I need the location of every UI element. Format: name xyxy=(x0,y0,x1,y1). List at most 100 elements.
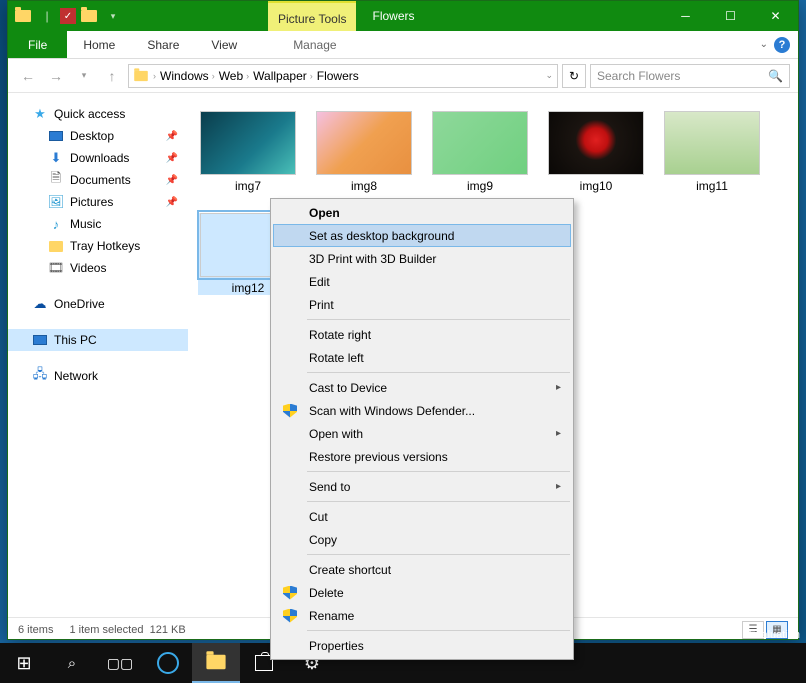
address-folder-icon xyxy=(134,70,148,80)
tab-manage[interactable]: Manage xyxy=(277,31,352,58)
star-icon: ★ xyxy=(32,106,48,122)
network-icon: 🖧 xyxy=(32,368,48,384)
crumb-web[interactable]: Web› xyxy=(219,69,249,83)
up-button[interactable]: ↑ xyxy=(100,64,124,88)
pin-icon: 📌 xyxy=(166,175,178,186)
cm-rename[interactable]: Rename xyxy=(273,604,571,627)
crumb-windows[interactable]: Windows› xyxy=(160,69,215,83)
thumbnail-icon xyxy=(316,111,412,175)
file-tab[interactable]: File xyxy=(8,31,67,58)
edge-taskbar-button[interactable] xyxy=(144,643,192,683)
cm-cut[interactable]: Cut xyxy=(273,505,571,528)
thumbnail-icon xyxy=(664,111,760,175)
chevron-right-icon[interactable]: › xyxy=(153,71,156,81)
window-controls: ─ ☐ ✕ xyxy=(663,1,798,31)
refresh-button[interactable]: ↻ xyxy=(562,64,586,88)
sidebar-network[interactable]: 🖧Network xyxy=(8,365,188,387)
file-name: img8 xyxy=(351,179,377,193)
desktop-icon xyxy=(49,131,63,141)
cm-print[interactable]: Print xyxy=(273,293,571,316)
thumbnail-icon xyxy=(432,111,528,175)
pin-icon: 📌 xyxy=(166,131,178,142)
thumbnail-icon xyxy=(548,111,644,175)
chevron-right-icon: ▸ xyxy=(556,382,561,393)
this-pc-icon xyxy=(33,335,47,345)
forward-button[interactable]: → xyxy=(44,64,68,88)
file-item[interactable]: img9 xyxy=(430,111,530,193)
pin-icon: 📌 xyxy=(166,197,178,208)
file-name: img9 xyxy=(467,179,493,193)
properties-qat-icon[interactable]: ✓ xyxy=(60,8,76,24)
sidebar-item-music[interactable]: ♪Music xyxy=(8,213,188,235)
task-view-button[interactable]: ▢▢ xyxy=(96,643,144,683)
cm-rotate-left[interactable]: Rotate left xyxy=(273,346,571,369)
file-item[interactable]: img11 xyxy=(662,111,762,193)
cm-cast-to-device[interactable]: Cast to Device▸ xyxy=(273,376,571,399)
cm-open-with[interactable]: Open with▸ xyxy=(273,422,571,445)
cm-separator xyxy=(307,372,570,373)
file-item[interactable]: img8 xyxy=(314,111,414,193)
context-menu: Open Set as desktop background 3D Print … xyxy=(270,198,574,660)
address-bar[interactable]: › Windows› Web› Wallpaper› Flowers ⌄ xyxy=(128,64,558,88)
sidebar-item-tray-hotkeys[interactable]: Tray Hotkeys xyxy=(8,235,188,257)
folder-icon xyxy=(49,241,63,252)
folder-icon[interactable] xyxy=(12,5,34,27)
file-item[interactable]: img10 xyxy=(546,111,646,193)
explorer-taskbar-button[interactable] xyxy=(192,643,240,683)
qat-separator: | xyxy=(36,5,58,27)
sidebar-onedrive[interactable]: ☁OneDrive xyxy=(8,293,188,315)
recent-dropdown[interactable]: ▾ xyxy=(72,64,96,88)
documents-icon: 🗎 xyxy=(48,172,64,188)
sidebar-item-desktop[interactable]: Desktop📌 xyxy=(8,125,188,147)
folder-icon xyxy=(206,655,225,669)
sidebar-item-videos[interactable]: 🎞Videos xyxy=(8,257,188,279)
cm-delete[interactable]: Delete xyxy=(273,581,571,604)
close-button[interactable]: ✕ xyxy=(753,1,798,31)
cm-rotate-right[interactable]: Rotate right xyxy=(273,323,571,346)
sidebar-item-pictures[interactable]: 🖼Pictures📌 xyxy=(8,191,188,213)
address-dropdown-icon[interactable]: ⌄ xyxy=(545,70,553,81)
help-icon[interactable]: ? xyxy=(774,37,790,53)
cm-create-shortcut[interactable]: Create shortcut xyxy=(273,558,571,581)
file-name: img12 xyxy=(232,281,265,295)
sidebar-this-pc[interactable]: This PC xyxy=(8,329,188,351)
ribbon: File Home Share View Manage ⌄ ? xyxy=(8,31,798,59)
tab-home[interactable]: Home xyxy=(67,31,131,58)
defender-icon xyxy=(281,402,299,420)
file-item[interactable]: img7 xyxy=(198,111,298,193)
new-folder-qat-icon[interactable] xyxy=(78,5,100,27)
qat-dropdown-icon[interactable]: ▾ xyxy=(102,5,124,27)
sidebar-quick-access[interactable]: ★ Quick access xyxy=(8,103,188,125)
cm-properties[interactable]: Properties xyxy=(273,634,571,657)
sidebar-item-downloads[interactable]: ⬇Downloads📌 xyxy=(8,147,188,169)
tab-view[interactable]: View xyxy=(195,31,253,58)
cm-separator xyxy=(307,630,570,631)
cm-3d-print[interactable]: 3D Print with 3D Builder xyxy=(273,247,571,270)
title-bar: | ✓ ▾ Picture Tools Flowers ─ ☐ ✕ xyxy=(8,1,798,31)
back-button[interactable]: ← xyxy=(16,64,40,88)
search-placeholder: Search Flowers xyxy=(597,69,680,83)
cm-open[interactable]: Open xyxy=(273,201,571,224)
minimize-button[interactable]: ─ xyxy=(663,1,708,31)
maximize-button[interactable]: ☐ xyxy=(708,1,753,31)
cm-restore-versions[interactable]: Restore previous versions xyxy=(273,445,571,468)
cm-separator xyxy=(307,319,570,320)
cortana-button[interactable]: ⌕ xyxy=(48,643,96,683)
cm-edit[interactable]: Edit xyxy=(273,270,571,293)
sidebar-item-documents[interactable]: 🗎Documents📌 xyxy=(8,169,188,191)
cm-send-to[interactable]: Send to▸ xyxy=(273,475,571,498)
cm-scan-defender[interactable]: Scan with Windows Defender... xyxy=(273,399,571,422)
search-box[interactable]: Search Flowers 🔍 xyxy=(590,64,790,88)
chevron-right-icon: ▸ xyxy=(556,481,561,492)
file-name: img7 xyxy=(235,179,261,193)
crumb-flowers[interactable]: Flowers xyxy=(317,69,359,83)
search-icon: 🔍 xyxy=(768,69,783,83)
cm-set-desktop-background[interactable]: Set as desktop background xyxy=(273,224,571,247)
crumb-wallpaper[interactable]: Wallpaper› xyxy=(253,69,313,83)
evaluation-watermark: Evaluation xyxy=(749,629,800,641)
start-button[interactable]: ⊞ xyxy=(0,643,48,683)
ribbon-expand-icon[interactable]: ⌄ xyxy=(760,39,768,50)
tab-share[interactable]: Share xyxy=(131,31,195,58)
cm-copy[interactable]: Copy xyxy=(273,528,571,551)
videos-icon: 🎞 xyxy=(48,260,64,276)
